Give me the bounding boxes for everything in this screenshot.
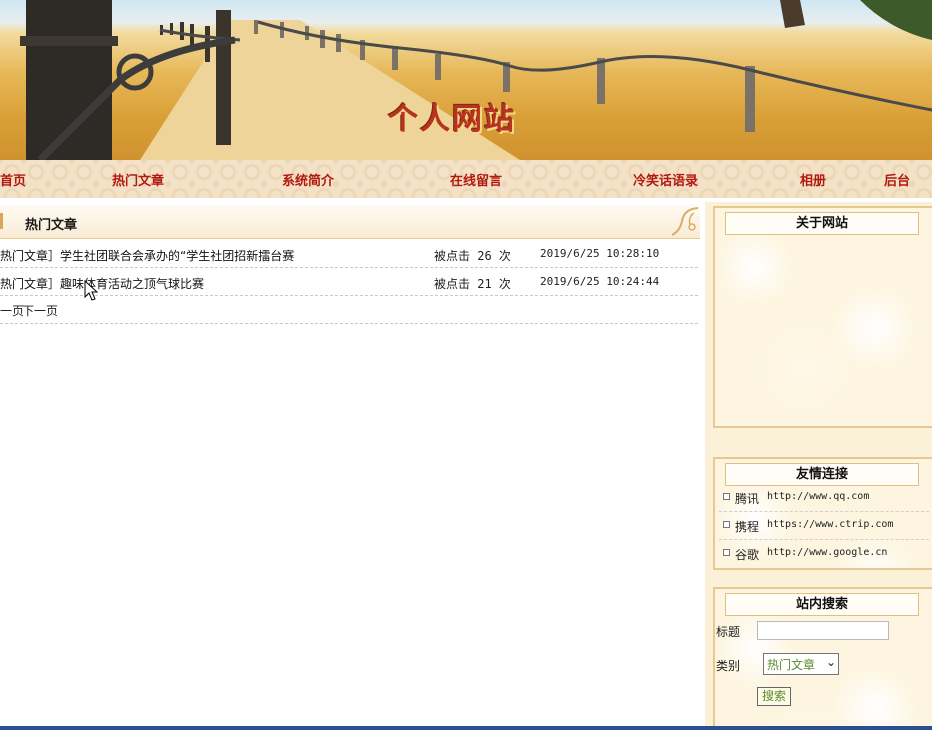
article-title-link[interactable]: 热门文章］学生社团联合会承办的“学生社团招新擂台赛: [0, 247, 294, 264]
article-time: 2019/6/25 10:28:10: [540, 247, 660, 260]
title-search-input[interactable]: [757, 621, 889, 640]
bullet-icon: [723, 549, 730, 556]
list-item: 腾讯 http://www.qq.com: [719, 484, 929, 512]
links-panel: 友情连接 腾讯 http://www.qq.com 携程 https://www…: [713, 457, 932, 570]
friend-link-name[interactable]: 携程: [735, 518, 759, 535]
search-button[interactable]: 搜索: [757, 687, 791, 706]
about-panel: 关于网站: [713, 206, 932, 428]
nav-system-intro[interactable]: 系统简介: [282, 170, 334, 189]
friend-link-url: http://www.google.cn: [767, 547, 888, 558]
site-title: 个人网站: [388, 102, 516, 137]
nav-hot-articles[interactable]: 热门文章: [112, 170, 164, 189]
category-select[interactable]: 热门文章 ⌄: [763, 653, 839, 675]
friend-link-name[interactable]: 谷歌: [735, 546, 759, 563]
main-nav: 首页 热门文章 系统简介 在线留言 冷笑话语录 相册 后台: [0, 160, 932, 198]
nav-album[interactable]: 相册: [800, 170, 826, 189]
list-item: 谷歌 http://www.google.cn: [719, 540, 929, 567]
mouse-cursor-icon: [84, 280, 98, 301]
section-title: 热门文章: [25, 218, 78, 233]
links-panel-title: 友情连接: [725, 463, 919, 486]
nav-admin[interactable]: 后台: [884, 170, 910, 189]
nav-guestbook[interactable]: 在线留言: [450, 170, 502, 189]
chevron-down-icon: ⌄: [825, 655, 836, 669]
search-panel-title: 站内搜索: [725, 593, 919, 616]
article-clicks: 被点击 21 次: [434, 277, 511, 291]
bottom-bar: [0, 726, 932, 730]
search-panel: 站内搜索 标题 类别 热门文章 ⌄ 搜索: [713, 587, 932, 728]
nav-home[interactable]: 首页: [0, 170, 26, 189]
title-label: 标题: [716, 625, 741, 639]
article-clicks: 被点击 26 次: [434, 249, 511, 263]
prev-page-link[interactable]: 一页: [0, 302, 24, 319]
friend-link-url: http://www.qq.com: [767, 491, 870, 502]
section-header-cap: [0, 213, 3, 229]
about-panel-title: 关于网站: [725, 212, 919, 235]
bullet-icon: [723, 493, 730, 500]
category-label: 类别: [716, 659, 741, 673]
table-row: 热门文章］趣味体育活动之顶气球比赛 被点击 21 次 2019/6/25 10:…: [0, 268, 698, 296]
article-time: 2019/6/25 10:24:44: [540, 275, 660, 288]
list-item: 携程 https://www.ctrip.com: [719, 512, 929, 540]
section-header: 热门文章: [0, 205, 700, 239]
pager: 一页 下一页: [0, 296, 698, 324]
category-select-value: 热门文章: [767, 658, 816, 672]
table-row: 热门文章］学生社团联合会承办的“学生社团招新擂台赛 被点击 26 次 2019/…: [0, 240, 698, 268]
header-banner: 个人网站: [0, 0, 932, 160]
friend-link-name[interactable]: 腾讯: [735, 490, 759, 507]
bullet-icon: [723, 521, 730, 528]
next-page-link[interactable]: 下一页: [22, 302, 58, 319]
article-title-link[interactable]: 热门文章］趣味体育活动之顶气球比赛: [0, 275, 204, 292]
nav-jokes[interactable]: 冷笑话语录: [633, 170, 698, 189]
flourish-ornament-icon: [671, 207, 699, 236]
friend-link-url: https://www.ctrip.com: [767, 519, 894, 530]
